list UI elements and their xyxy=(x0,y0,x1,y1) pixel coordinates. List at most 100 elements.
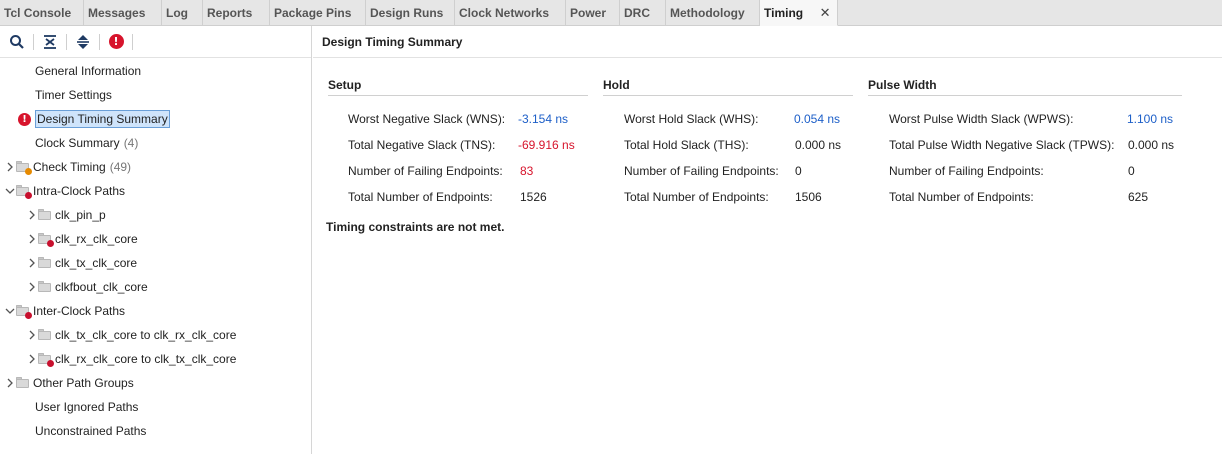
tree-item-label: Design Timing Summary xyxy=(35,110,170,128)
metric-label: Total Hold Slack (THS): xyxy=(624,138,749,152)
pulse-failing-endpoints-value: 0 xyxy=(1128,164,1135,178)
error-icon: ! xyxy=(18,112,31,126)
error-icon[interactable]: ! xyxy=(105,31,127,53)
collapse-all-icon[interactable] xyxy=(39,31,61,53)
close-icon[interactable]: ✕ xyxy=(817,5,833,21)
chevron-down-icon[interactable] xyxy=(4,185,16,197)
pulse-total-endpoints-value: 625 xyxy=(1128,190,1149,204)
tree-item-label: Other Path Groups xyxy=(33,376,134,390)
hold-section: Hold xyxy=(603,78,853,96)
panel-title: Design Timing Summary xyxy=(313,26,1222,58)
chevron-right-icon[interactable] xyxy=(26,209,38,221)
timing-summary-panel: Design Timing Summary Setup Worst Negati… xyxy=(313,26,1222,454)
metric-label: Worst Negative Slack (WNS): xyxy=(348,112,506,126)
tab-label: Log xyxy=(166,6,188,20)
folder-warning-icon xyxy=(16,161,32,175)
tree-item-clkfbout-clk-core[interactable]: clkfbout_clk_core xyxy=(26,276,148,298)
tpws-value: 0.000 ns xyxy=(1128,138,1175,152)
section-title: Setup xyxy=(328,78,588,96)
metric-label: Worst Hold Slack (WHS): xyxy=(624,112,759,126)
chevron-right-icon[interactable] xyxy=(26,353,38,365)
tree-item-label: clkfbout_clk_core xyxy=(55,280,148,294)
tab-design-runs[interactable]: Design Runs xyxy=(366,0,455,26)
tree-item-label: clk_pin_p xyxy=(55,208,106,222)
whs-value[interactable]: 0.054 ns xyxy=(794,112,840,128)
tree-item-intra-clock-paths[interactable]: Intra-Clock Paths xyxy=(4,180,125,202)
tree-item-tx-to-rx[interactable]: clk_tx_clk_core to clk_rx_clk_core xyxy=(26,324,236,346)
tns-value[interactable]: -69.916 ns xyxy=(518,138,575,154)
tree-item-other-path-groups[interactable]: Other Path Groups xyxy=(4,372,134,394)
tree-item-clock-summary[interactable]: Clock Summary (4) xyxy=(35,132,138,154)
tab-bar: Tcl Console Messages Log Reports Package… xyxy=(0,0,1222,26)
tree-item-clk-tx-clk-core[interactable]: clk_tx_clk_core xyxy=(26,252,137,274)
tree-item-check-timing[interactable]: Check Timing (49) xyxy=(4,156,131,178)
wns-value[interactable]: -3.154 ns xyxy=(518,112,568,128)
tab-reports[interactable]: Reports xyxy=(203,0,270,26)
tab-label: Reports xyxy=(207,6,253,20)
tree-item-label: Intra-Clock Paths xyxy=(33,184,126,198)
folder-icon xyxy=(38,209,52,221)
ths-value: 0.000 ns xyxy=(795,138,842,152)
tree-item-label: clk_tx_clk_core xyxy=(55,256,138,270)
tree-item-label: General Information xyxy=(35,64,142,78)
tab-package-pins[interactable]: Package Pins xyxy=(270,0,366,26)
chevron-right-icon[interactable] xyxy=(4,377,16,389)
tab-clock-networks[interactable]: Clock Networks xyxy=(455,0,566,26)
folder-icon xyxy=(38,281,52,293)
toolbar-divider xyxy=(132,33,133,50)
chevron-right-icon[interactable] xyxy=(26,233,38,245)
section-title: Pulse Width xyxy=(868,78,1182,96)
toolbar-divider xyxy=(66,33,67,50)
folder-error-icon xyxy=(16,185,32,199)
metric-label: Total Number of Endpoints: xyxy=(624,190,769,204)
tree-item-inter-clock-paths[interactable]: Inter-Clock Paths xyxy=(4,300,125,322)
tab-label: Power xyxy=(570,6,607,20)
tree-item-clk-rx-clk-core[interactable]: clk_rx_clk_core xyxy=(26,228,138,250)
tab-label: Package Pins xyxy=(274,6,352,20)
chevron-right-icon[interactable] xyxy=(26,329,38,341)
tree-item-clk-pin-p[interactable]: clk_pin_p xyxy=(26,204,106,226)
tab-label: Tcl Console xyxy=(4,6,72,20)
tree-item-user-ignored-paths[interactable]: User Ignored Paths xyxy=(35,396,138,418)
pulse-width-section: Pulse Width xyxy=(868,78,1182,96)
wpws-value[interactable]: 1.100 ns xyxy=(1127,112,1173,128)
timing-navigator-panel: ! General Information Timer Settings ! D… xyxy=(0,26,312,454)
folder-error-icon xyxy=(38,233,54,247)
tab-label: Timing xyxy=(764,5,804,20)
tree-item-label: clk_tx_clk_core to clk_rx_clk_core xyxy=(55,328,237,342)
tree-item-label: clk_rx_clk_core to clk_tx_clk_core xyxy=(55,352,237,366)
metric-label: Worst Pulse Width Slack (WPWS): xyxy=(889,112,1074,126)
tab-tcl-console[interactable]: Tcl Console xyxy=(0,0,84,26)
tab-methodology[interactable]: Methodology xyxy=(666,0,760,26)
hold-failing-endpoints-value: 0 xyxy=(795,164,802,178)
tab-log[interactable]: Log xyxy=(162,0,203,26)
search-icon[interactable] xyxy=(6,31,28,53)
folder-error-icon xyxy=(16,305,32,319)
tree-item-label: User Ignored Paths xyxy=(35,400,139,414)
section-title: Hold xyxy=(603,78,853,96)
tab-label: Design Runs xyxy=(370,6,444,20)
tab-label: Messages xyxy=(88,6,146,20)
hold-total-endpoints-value: 1506 xyxy=(795,190,822,204)
tab-timing[interactable]: Timing ✕ xyxy=(760,0,838,26)
setup-failing-endpoints-value[interactable]: 83 xyxy=(520,164,533,180)
tree-item-rx-to-tx[interactable]: clk_rx_clk_core to clk_tx_clk_core xyxy=(26,348,236,370)
chevron-right-icon[interactable] xyxy=(4,161,16,173)
tree-item-label: clk_rx_clk_core xyxy=(55,232,138,246)
chevron-right-icon[interactable] xyxy=(26,257,38,269)
metric-label: Total Number of Endpoints: xyxy=(348,190,493,204)
metric-label: Total Pulse Width Negative Slack (TPWS): xyxy=(889,138,1115,152)
tab-messages[interactable]: Messages xyxy=(84,0,162,26)
tree-item-label: Inter-Clock Paths xyxy=(33,304,126,318)
tab-power[interactable]: Power xyxy=(566,0,620,26)
metric-label: Number of Failing Endpoints: xyxy=(889,164,1044,178)
chevron-down-icon[interactable] xyxy=(4,305,16,317)
folder-error-icon xyxy=(38,353,54,367)
tree-item-timer-settings[interactable]: Timer Settings xyxy=(35,84,112,106)
tree-item-design-timing-summary[interactable]: ! Design Timing Summary xyxy=(18,108,170,130)
chevron-right-icon[interactable] xyxy=(26,281,38,293)
tab-drc[interactable]: DRC xyxy=(620,0,666,26)
tree-item-unconstrained-paths[interactable]: Unconstrained Paths xyxy=(35,420,146,442)
tree-item-general-information[interactable]: General Information xyxy=(35,60,141,82)
expand-all-icon[interactable] xyxy=(72,31,94,53)
